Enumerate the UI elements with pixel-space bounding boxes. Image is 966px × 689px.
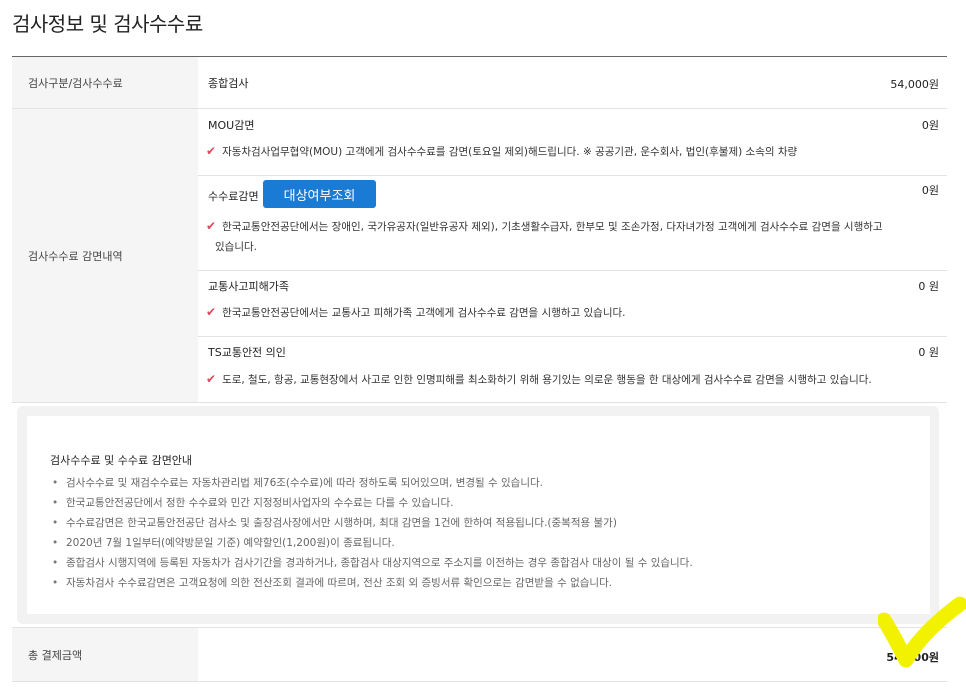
divider [12,681,947,682]
fee-amount: 54,000원 [890,78,939,91]
discount-desc-fee-line1: ✔ 한국교통안전공단에서는 장애인, 국가유공자(일반유공자 제외), 기초생활수… [206,216,926,237]
discount-label-cell: 검사수수료 감면내역 [12,109,198,402]
discount-amount-accident: 0 원 [918,280,939,293]
notice-item: 한국교통안전공단에서 정한 수수료와 민간 지정정비사업자의 수수료는 다를 수… [50,493,910,513]
discount-amount-mou: 0원 [921,119,939,132]
discount-desc-accident-text: 한국교통안전공단에서는 교통사고 피해가족 고객에게 검사수수료 감면을 시행하… [222,307,626,319]
notice-item: 자동차검사 수수료감면은 고객요청에 의한 전산조회 결과에 따르며, 전산 조… [50,573,910,593]
divider [12,402,947,403]
divider [198,336,947,337]
notice-item: 수수료감면은 한국교통안전공단 검사소 및 출장검사장에서만 시행하며, 최대 … [50,513,910,533]
fee-item: 종합검사 [208,77,249,90]
total-row: 총 결제금액 54,000원 [12,628,947,681]
notice-item: 종합검사 시행지역에 등록된 자동차가 검사기간을 경과하거나, 종합검사 대상… [50,553,910,573]
discount-desc-fee-text: 한국교통안전공단에서는 장애인, 국가유공자(일반유공자 제외), 기초생활수급… [222,221,883,233]
notice-title: 검사수수료 및 수수료 감면안내 [50,454,193,467]
total-label: 총 결제금액 [28,648,83,662]
fee-row-label-cell: 검사구분/검사수수료 [12,57,198,108]
check-icon: ✔ [206,219,217,233]
discount-item-hero: TS교통안전 의인 [208,346,286,359]
notice-list: 검사수수료 및 재검수수료는 자동차관리법 제76조(수수료)에 따라 정하도록… [50,473,910,593]
discount-desc-mou-text: 자동차검사업무협약(MOU) 고객에게 검사수수료를 감면(토요일 제외)해드립… [222,146,798,158]
discount-desc-hero: ✔ 도로, 철도, 항공, 교통현장에서 사고로 인한 인명피해를 최소화하기 위… [206,369,926,390]
discount-desc-accident: ✔ 한국교통안전공단에서는 교통사고 피해가족 고객에게 검사수수료 감면을 시행… [206,302,926,323]
fee-row: 검사구분/검사수수료 종합검사 54,000원 [12,57,947,108]
check-icon: ✔ [206,144,217,158]
discount-item-mou: MOU감면 [208,119,255,132]
discount-desc-fee: ✔ 한국교통안전공단에서는 장애인, 국가유공자(일반유공자 제외), 기초생활수… [206,216,926,257]
fee-row-label: 검사구분/검사수수료 [28,76,123,90]
divider [198,270,947,271]
discount-desc-mou: ✔ 자동차검사업무협약(MOU) 고객에게 검사수수료를 감면(토요일 제외)해드… [206,141,926,162]
discount-label: 검사수수료 감면내역 [28,249,123,263]
check-icon: ✔ [206,305,217,319]
eligibility-check-button[interactable]: 대상여부조회 [263,180,376,208]
yellow-checkmark-icon [878,596,966,668]
check-icon: ✔ [206,372,217,386]
discount-desc-fee-line2: 있습니다. [215,241,257,253]
discount-amount-hero: 0 원 [918,346,939,359]
divider [198,175,947,176]
discount-desc-hero-text: 도로, 철도, 항공, 교통현장에서 사고로 인한 인명피해를 최소화하기 위해… [222,374,872,386]
discount-amount-fee: 0원 [921,184,939,197]
total-label-cell: 총 결제금액 [12,628,198,681]
notice-item: 2020년 7월 1일부터(예약방문일 기준) 예약할인(1,200원)이 종료… [50,533,910,553]
notice-item: 검사수수료 및 재검수수료는 자동차관리법 제76조(수수료)에 따라 정하도록… [50,473,910,493]
page-title: 검사정보 및 검사수수료 [12,12,203,36]
discount-item-accident: 교통사고피해가족 [208,280,289,293]
